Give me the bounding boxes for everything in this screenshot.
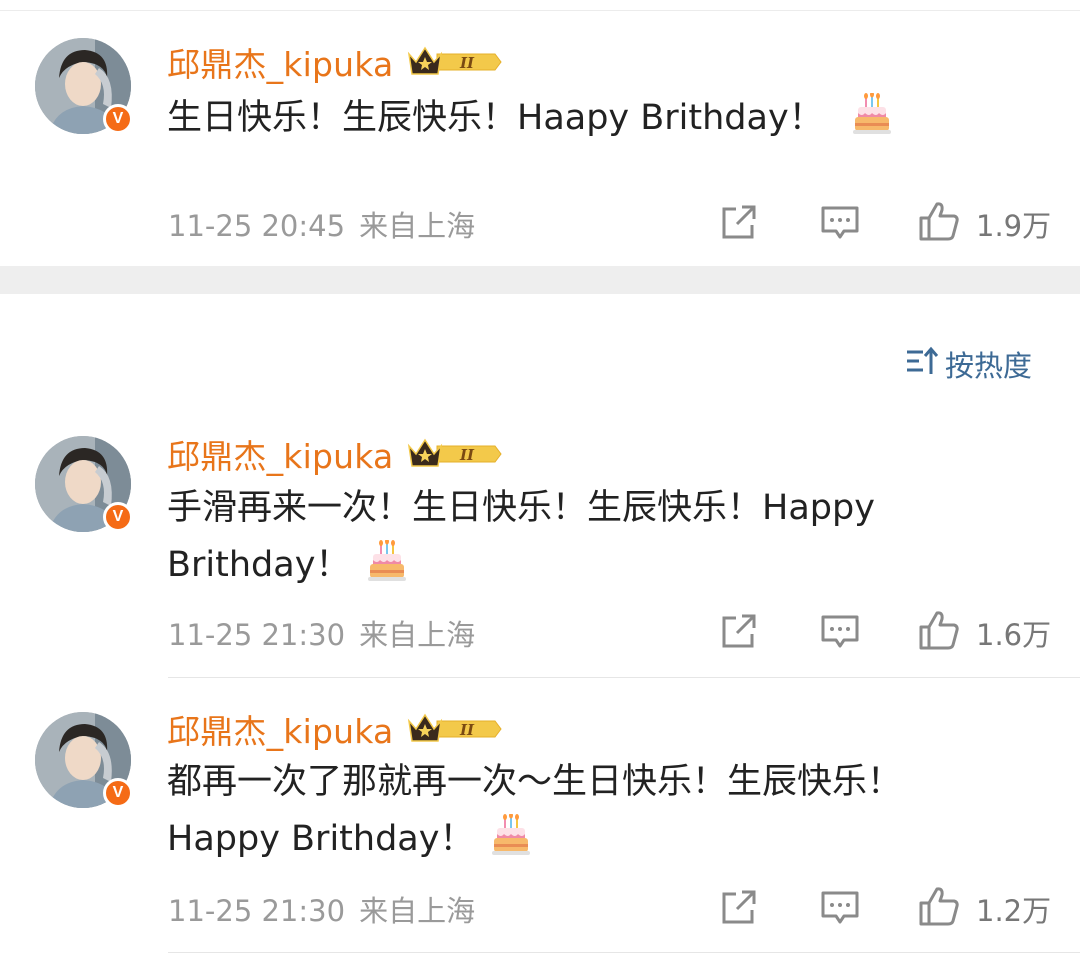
comment-location: 来自上海 <box>359 209 476 243</box>
comment-text-line: 手滑再来一次！生日快乐！生辰快乐！Happy <box>167 488 875 528</box>
comment-button[interactable] <box>820 890 860 931</box>
weibo-comment-list: V 邱鼎杰_kipuka II 生日快乐！生辰快乐！Haapy Brithday… <box>0 0 1080 959</box>
comment-text: 都再一次了那就再一次～生日快乐！生辰快乐！ Happy Brithday！ <box>167 754 1027 874</box>
share-icon <box>720 612 758 655</box>
comment-divider <box>168 952 1080 953</box>
birthday-cake-emoji <box>492 812 531 874</box>
comment-time: 11-25 20:45 <box>168 209 346 243</box>
comment-meta: 11-25 21:30 来自上海 <box>168 888 475 930</box>
comment-text: 生日快乐！生辰快乐！Haapy Brithday！ <box>167 90 1027 153</box>
like-button[interactable]: 1.2万 <box>918 885 1051 932</box>
sort-label: 按热度 <box>945 349 1033 383</box>
repost-button[interactable] <box>720 612 758 655</box>
thumbs-up-icon <box>918 885 960 932</box>
comment-text-line: 生日快乐！生辰快乐！Haapy Brithday！ <box>167 98 824 138</box>
verified-badge: V <box>103 502 133 532</box>
comment-icon <box>820 205 860 246</box>
svg-text:II: II <box>459 54 475 72</box>
crown-badge-icon[interactable]: II <box>407 711 503 747</box>
sort-by-hot-button[interactable]: 按热度 <box>905 343 1032 385</box>
like-count: 1.9万 <box>976 208 1052 243</box>
comment-location: 来自上海 <box>359 618 476 652</box>
comment-button[interactable] <box>820 205 860 246</box>
top-divider <box>0 0 1080 11</box>
comment-divider <box>168 677 1080 678</box>
birthday-cake-emoji <box>368 538 407 600</box>
svg-text:II: II <box>459 721 475 739</box>
repost-button[interactable] <box>720 203 758 246</box>
sort-icon <box>905 346 939 383</box>
birthday-cake-emoji <box>852 91 891 153</box>
thumbs-up-icon <box>918 609 960 656</box>
comment-header: 邱鼎杰_kipuka II <box>167 40 503 84</box>
comment-button[interactable] <box>820 614 860 655</box>
like-count: 1.6万 <box>976 617 1052 652</box>
thumbs-up-icon <box>918 200 960 247</box>
username-link[interactable]: 邱鼎杰_kipuka <box>167 705 393 753</box>
crown-badge-icon[interactable]: II <box>407 44 503 80</box>
section-separator <box>0 266 1080 294</box>
comment-text: 手滑再来一次！生日快乐！生辰快乐！Happy Brithday！ <box>167 480 1027 600</box>
comment-header: 邱鼎杰_kipuka II <box>167 432 503 476</box>
comment-header: 邱鼎杰_kipuka II <box>167 707 503 751</box>
comment-meta: 11-25 20:45 来自上海 <box>168 203 475 245</box>
like-button[interactable]: 1.9万 <box>918 200 1051 247</box>
comment-text-line: 都再一次了那就再一次～生日快乐！生辰快乐！ <box>167 762 903 802</box>
comment-time: 11-25 21:30 <box>168 894 346 928</box>
svg-text:II: II <box>459 446 475 464</box>
comment-location: 来自上海 <box>359 894 476 928</box>
comment-time: 11-25 21:30 <box>168 618 346 652</box>
comment-meta: 11-25 21:30 来自上海 <box>168 612 475 654</box>
like-count: 1.2万 <box>976 893 1052 928</box>
username-link[interactable]: 邱鼎杰_kipuka <box>167 38 393 86</box>
verified-badge: V <box>103 104 133 134</box>
comment-icon <box>820 614 860 655</box>
username-link[interactable]: 邱鼎杰_kipuka <box>167 430 393 478</box>
comment-text-line-2: Happy Brithday！ <box>167 819 475 859</box>
share-icon <box>720 203 758 246</box>
like-button[interactable]: 1.6万 <box>918 609 1051 656</box>
share-icon <box>720 888 758 931</box>
comment-text-line-2: Brithday！ <box>167 545 351 585</box>
comment-icon <box>820 890 860 931</box>
repost-button[interactable] <box>720 888 758 931</box>
verified-badge: V <box>103 778 133 808</box>
crown-badge-icon[interactable]: II <box>407 436 503 472</box>
